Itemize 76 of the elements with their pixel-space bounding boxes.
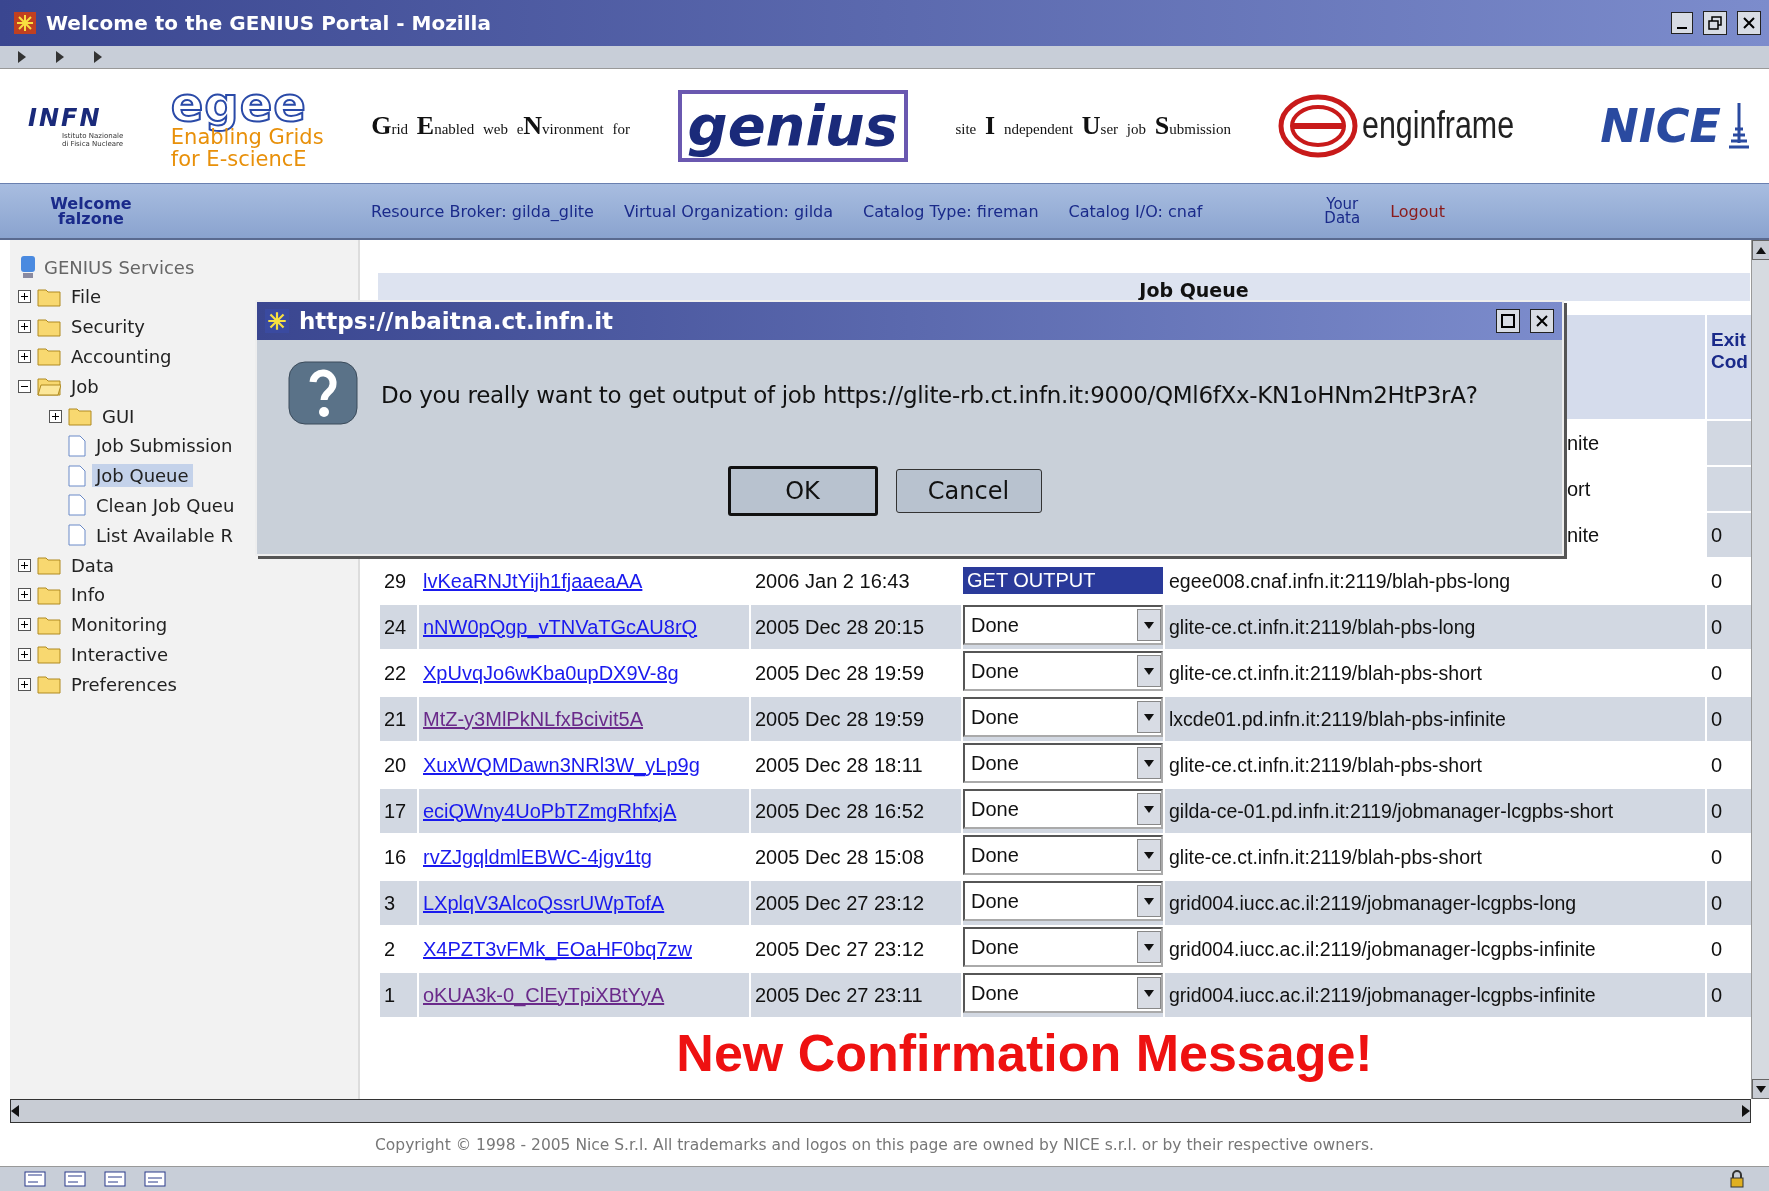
table-cell: 21 — [380, 697, 417, 741]
tree-item[interactable]: Accounting — [67, 345, 176, 368]
table-cell: 3 — [380, 881, 417, 925]
table-cell: glite-ce.ct.infn.it:2119/blah-pbs-long — [1165, 605, 1705, 649]
table-cell: 2005 Dec 28 19:59 — [751, 697, 961, 741]
status-dropdown[interactable]: Done — [963, 835, 1163, 875]
dialog-title: https://nbaitna.ct.infn.it — [299, 308, 614, 334]
welcome-text: Welcome falzone — [49, 196, 133, 227]
nav-link[interactable]: Virtual Organization: gilda — [623, 201, 834, 221]
tree-item[interactable]: Job Queue — [92, 464, 193, 488]
table-cell: 0 — [1707, 789, 1751, 833]
table-cell: grid004.iucc.ac.il:2119/jobmanager-lcgpbs-long — [1165, 881, 1705, 925]
table-cell: 2005 Dec 27 23:12 — [751, 881, 961, 925]
nav-link[interactable]: Catalog Type: fireman — [863, 201, 1039, 221]
tree-item[interactable]: Preferences — [67, 672, 181, 696]
status-dropdown[interactable]: Done — [963, 927, 1163, 967]
menu-option[interactable]: GET OUTPUT — [963, 567, 1163, 594]
section-heading: Job Queue — [378, 273, 1750, 301]
genius-logo: genius — [677, 89, 908, 162]
status-dropdown[interactable]: Done — [963, 973, 1163, 1013]
enginframe-logo: enginframe — [1362, 104, 1515, 148]
table-cell: 0 — [1707, 973, 1751, 1017]
dialog-button[interactable]: Cancel — [895, 469, 1042, 513]
tree-item[interactable]: Security — [67, 315, 149, 339]
table-cell: 2005 Dec 28 16:52 — [751, 789, 961, 833]
egee-logo: egee Enabling Grids for E-sciencE — [170, 81, 324, 170]
table-cell: lxcde01.pd.infn.it:2119/blah-pbs-infinite — [1165, 697, 1705, 741]
tree-item[interactable]: Monitoring — [67, 613, 172, 637]
table-cell: 17 — [380, 789, 417, 833]
nav-link[interactable]: Catalog I/O: cnaf — [1068, 201, 1203, 221]
status-dropdown[interactable]: Done — [963, 881, 1163, 921]
status-dropdown[interactable]: Done — [963, 605, 1163, 645]
job-link[interactable]: rvZJgqldmlEBWC-4jgv1tg — [423, 845, 652, 868]
tree-item[interactable]: List Available R — [92, 523, 237, 547]
table-cell: 0 — [1707, 513, 1751, 557]
status-dropdown[interactable]: Done — [963, 697, 1163, 737]
status-dropdown[interactable]: Done — [963, 651, 1163, 691]
tree-item[interactable]: GUI — [98, 404, 139, 428]
dialog-button[interactable]: OK — [727, 466, 878, 516]
status-dropdown[interactable]: Done — [963, 743, 1163, 783]
table-cell: 0 — [1707, 881, 1751, 925]
job-link[interactable]: XuxWQMDawn3NRl3W_yLp9g — [423, 753, 700, 776]
status-dropdown[interactable]: Done — [963, 789, 1163, 829]
tree-item[interactable]: Job Submission — [92, 434, 237, 458]
table-cell-text: nite — [1566, 430, 1601, 456]
table-cell: 2005 Dec 28 20:15 — [751, 605, 961, 649]
tree-item[interactable]: Data — [67, 553, 118, 577]
table-cell: 0 — [1707, 605, 1751, 649]
table-cell: 1 — [380, 973, 417, 1017]
table-cell: 24 — [380, 605, 417, 649]
table-cell: 2005 Dec 27 23:11 — [751, 973, 961, 1017]
column-header: Exit Cod — [1707, 315, 1751, 419]
nav-link[interactable]: Resource Broker: gilda_glite — [371, 201, 594, 221]
table-cell-text: nite — [1566, 522, 1601, 548]
tree-item[interactable]: Clean Job Queu — [92, 493, 239, 517]
notice-text: New Confirmation Message! — [675, 1023, 1374, 1083]
job-link[interactable]: X4PZT3vFMk_EOaHF0bq7zw — [423, 937, 692, 960]
dialog-message: Do you really want to get output of job https://glite-rb.ct.infn.it:9000/QMl6fXx-KN1oHNm2HtP3rA? — [381, 382, 1478, 408]
table-cell: grid004.iucc.ac.il:2119/jobmanager-lcgpbs-infinite — [1165, 973, 1705, 1017]
table-cell: gilda-ce-01.pd.infn.it:2119/jobmanager-lcgpbs-short — [1165, 789, 1705, 833]
job-link[interactable]: XpUvqJo6wKba0upDX9V-8g — [423, 661, 679, 684]
tree-item[interactable]: Interactive — [67, 642, 172, 666]
logo-caption: site I ndependent User job Submission — [955, 110, 1231, 141]
window-title: Welcome to the GENIUS Portal - Mozilla — [46, 10, 492, 35]
your-data-link[interactable]: Your Data — [1324, 197, 1361, 226]
nice-logo: NICE — [1600, 98, 1721, 153]
tree-item[interactable]: File — [67, 285, 106, 309]
table-cell: 0 — [1707, 697, 1751, 741]
logo-caption: Grid Enabled web eNvironment for — [371, 110, 630, 141]
job-link[interactable]: lvKeaRNJtYijh1fjaaeaAA — [423, 569, 643, 592]
table-cell-text: ort — [1566, 476, 1592, 502]
tree-item[interactable]: Job — [67, 374, 103, 398]
logout-link[interactable]: Logout — [1390, 201, 1445, 221]
copyright-text: Copyright © 1998 - 2005 Nice S.r.l. All trademarks and logos on this page are owned by NICE s.r.l. or by their respective owners. — [374, 1134, 1375, 1156]
tree-item[interactable]: Info — [67, 583, 110, 607]
sidebar-title: GENIUS Services — [44, 256, 195, 278]
